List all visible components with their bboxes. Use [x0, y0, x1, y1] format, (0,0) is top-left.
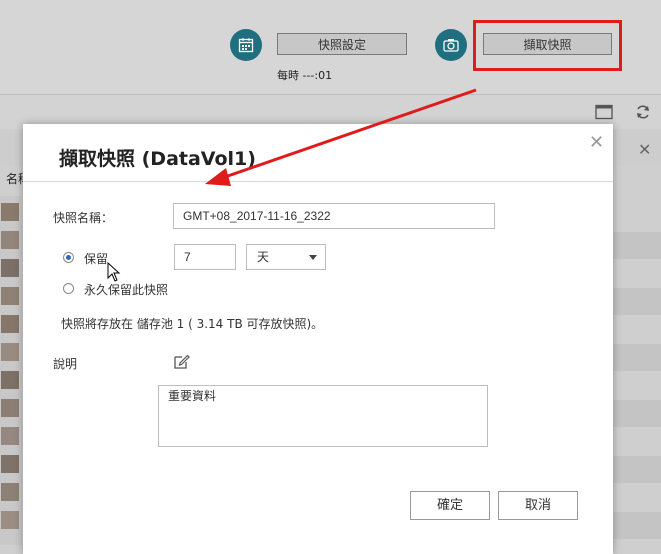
thumbnail[interactable] [1, 511, 19, 529]
dialog-title: 擷取快照 (DataVol1) [59, 148, 256, 170]
snapshot-settings-button[interactable]: 快照設定 [277, 33, 407, 55]
table-row [612, 512, 661, 539]
highlight-box [473, 20, 622, 71]
description-label: 說明 [53, 357, 78, 371]
close-icon[interactable]: ✕ [638, 140, 651, 159]
thumbnail[interactable] [1, 455, 19, 473]
thumbnail[interactable] [1, 343, 19, 361]
thumbnail[interactable] [1, 399, 19, 417]
retain-unit-select[interactable]: 天 [246, 244, 326, 270]
take-snapshot-dialog: 擷取快照 (DataVol1) ✕ 快照名稱： 保留 天 永久保留此快照 快照將… [23, 124, 613, 554]
table-row [612, 400, 661, 427]
edit-icon[interactable] [173, 353, 190, 373]
description-textarea[interactable]: 重要資料 [158, 385, 488, 447]
table-row [612, 232, 661, 259]
mouse-pointer-icon [107, 261, 121, 285]
calendar-icon[interactable] [230, 29, 262, 61]
table-row [612, 456, 661, 483]
snapshot-name-label: 快照名稱： [53, 211, 114, 225]
window-icon[interactable] [595, 104, 613, 123]
thumbnail[interactable] [1, 287, 19, 305]
ok-button[interactable]: 確定 [410, 491, 490, 520]
cancel-button[interactable]: 取消 [498, 491, 578, 520]
thumbnail[interactable] [1, 315, 19, 333]
thumbnail[interactable] [1, 231, 19, 249]
retain-count-input[interactable] [174, 244, 236, 270]
retain-label: 保留 [84, 252, 109, 266]
table-row [612, 288, 661, 315]
chevron-down-icon [309, 255, 317, 260]
thumbnail[interactable] [1, 371, 19, 389]
retain-forever-label: 永久保留此快照 [84, 283, 169, 297]
thumbnail[interactable] [1, 203, 19, 221]
retain-unit-value: 天 [257, 250, 270, 264]
thumbnail[interactable] [1, 427, 19, 445]
table-row [612, 344, 661, 371]
retain-forever-radio[interactable] [63, 283, 74, 294]
camera-icon[interactable] [435, 29, 467, 61]
thumbnail[interactable] [1, 483, 19, 501]
schedule-text: 每時 ---:01 [277, 69, 333, 82]
storage-note: 快照將存放在 儲存池 1 ( 3.14 TB 可存放快照)。 [61, 317, 324, 331]
retain-radio[interactable] [63, 252, 74, 263]
thumbnail[interactable] [1, 259, 19, 277]
snapshot-name-input[interactable] [173, 203, 495, 229]
divider [23, 181, 613, 182]
refresh-icon[interactable] [634, 103, 652, 124]
close-icon[interactable]: ✕ [589, 134, 604, 152]
